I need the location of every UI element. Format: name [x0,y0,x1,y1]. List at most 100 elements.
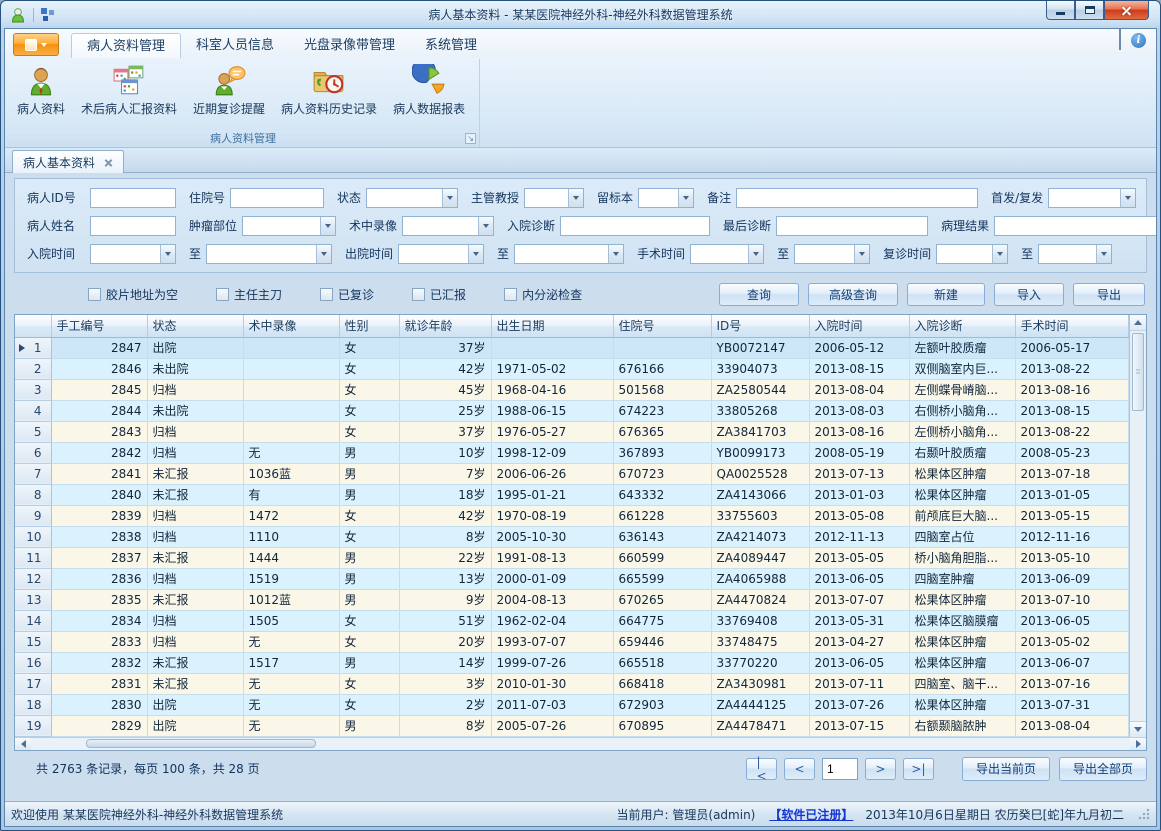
row-number-cell[interactable]: 13 [15,589,51,610]
checkbox-box-endocrine-exam[interactable] [504,288,517,301]
scroll-down-button[interactable] [1130,721,1146,737]
resize-grip[interactable] [1138,808,1150,820]
row-number-cell[interactable]: 15 [15,631,51,652]
next-page-button[interactable]: > [865,758,896,780]
registered-link[interactable]: 【软件已注册】 [769,806,853,823]
horizontal-scrollbar[interactable] [15,737,1146,750]
export-button[interactable]: 导出 [1073,283,1145,306]
checkbox-revisited[interactable]: 已复诊 [320,286,374,303]
new-button[interactable]: 新建 [907,283,985,306]
table-row[interactable]: 12847出院女37岁YB00721472006-05-12左额叶胶质瘤2006… [15,337,1129,358]
checkbox-box-revisited[interactable] [320,288,333,301]
column-header-intraop-video[interactable]: 术中录像 [243,315,339,337]
first-page-button[interactable]: |< [746,758,777,780]
row-number-cell[interactable]: 14 [15,610,51,631]
scroll-left-button[interactable] [15,738,31,750]
ribbon-button-recent-revisit-reminder[interactable]: 近期复诊提醒 [185,61,273,119]
status-combo-dropdown[interactable] [442,189,457,207]
table-row[interactable]: 152833归档无女20岁1993-07-0765944633748475201… [15,631,1129,652]
admission-time-from-combo-dropdown[interactable] [160,245,175,263]
admission-number-input[interactable] [230,188,324,208]
app-menu-button[interactable] [13,33,59,56]
table-row[interactable]: 42844未出院女25岁1988-06-15674223338052682013… [15,400,1129,421]
discharge-time-from-combo-dropdown[interactable] [468,245,483,263]
ribbon-button-patient-data[interactable]: 病人资料 [9,61,73,119]
first-or-recurrence-combo-dropdown[interactable] [1120,189,1135,207]
last-page-button[interactable]: >| [903,758,934,780]
final-diagnosis-input[interactable] [776,216,928,236]
export-all-pages-button[interactable]: 导出全部页 [1059,757,1147,781]
revisit-time-to-combo-dropdown[interactable] [1096,245,1111,263]
info-icon[interactable]: i [1131,33,1146,48]
scroll-right-button[interactable] [1130,738,1146,750]
tumor-site-combo-dropdown[interactable] [320,217,335,235]
export-current-page-button[interactable]: 导出当前页 [962,757,1050,781]
surgery-time-from-combo[interactable] [690,244,764,264]
table-row[interactable]: 192829出院无男8岁2005-07-26670895ZA4478471201… [15,715,1129,736]
row-number-cell[interactable]: 8 [15,484,51,505]
row-number-cell[interactable]: 12 [15,568,51,589]
admission-time-to-combo[interactable] [206,244,332,264]
row-number-cell[interactable]: 3 [15,379,51,400]
table-row[interactable]: 82840未汇报有男18岁1995-01-21643332ZA414306620… [15,484,1129,505]
column-header-surgery-time[interactable]: 手术时间 [1015,315,1129,337]
table-row[interactable]: 132835未汇报1012蓝男9岁2004-08-13670265ZA44708… [15,589,1129,610]
tumor-site-combo[interactable] [242,216,336,236]
ribbon-button-patient-data-report[interactable]: 病人数据报表 [385,61,473,119]
table-row[interactable]: 122836归档1519男13岁2000-01-09665599ZA406598… [15,568,1129,589]
table-row[interactable]: 72841未汇报1036蓝男7岁2006-06-26670723QA002552… [15,463,1129,484]
column-header-id-number[interactable]: ID号 [711,315,809,337]
tab-close-icon[interactable] [104,158,113,167]
column-header-row-indicator[interactable] [15,315,51,337]
prev-page-button[interactable]: < [784,758,815,780]
admission-diagnosis-input[interactable] [560,216,710,236]
ribbon-button-patient-data-history[interactable]: 病人资料历史记录 [273,61,385,119]
row-number-cell[interactable]: 1 [15,337,51,358]
specimen-kept-combo-dropdown[interactable] [678,189,693,207]
table-row[interactable]: 22846未出院女42岁1971-05-02676166339040732013… [15,358,1129,379]
ribbon-tab-disc-video-tape-management[interactable]: 光盘录像带管理 [289,33,410,58]
table-row[interactable]: 52843归档女37岁1976-05-27676365ZA38417032013… [15,421,1129,442]
vertical-scroll-thumb[interactable] [1132,333,1144,411]
checkbox-film-address-empty[interactable]: 胶片地址为空 [88,286,178,303]
advanced-query-button[interactable]: 高级查询 [808,283,898,306]
scroll-up-button[interactable] [1130,315,1146,331]
minimize-button[interactable] [1046,1,1075,20]
row-number-cell[interactable]: 18 [15,694,51,715]
patient-name-input[interactable] [90,216,176,236]
row-number-cell[interactable]: 7 [15,463,51,484]
group-dialog-launcher[interactable]: ↘ [465,133,476,144]
discharge-time-from-combo[interactable] [398,244,484,264]
row-number-cell[interactable]: 16 [15,652,51,673]
table-row[interactable]: 112837未汇报1444男22岁1991-08-13660599ZA40894… [15,547,1129,568]
ribbon-tab-system-management[interactable]: 系统管理 [410,33,492,58]
column-header-birth-date[interactable]: 出生日期 [491,315,613,337]
query-button[interactable]: 查询 [719,283,799,306]
remark-input[interactable] [736,188,978,208]
table-row[interactable]: 172831未汇报无女3岁2010-01-30668418ZA343098120… [15,673,1129,694]
close-button[interactable] [1104,1,1149,20]
row-number-cell[interactable]: 2 [15,358,51,379]
checkbox-box-film-address-empty[interactable] [88,288,101,301]
ribbon-tab-patient-data-management[interactable]: 病人资料管理 [71,33,181,58]
status-combo[interactable] [366,188,458,208]
revisit-time-to-combo[interactable] [1038,244,1112,264]
column-header-gender[interactable]: 性别 [339,315,399,337]
table-row[interactable]: 32845归档女45岁1968-04-16501568ZA25805442013… [15,379,1129,400]
table-row[interactable]: 102838归档1110女8岁2005-10-30636143ZA4214073… [15,526,1129,547]
table-row[interactable]: 142834归档1505女51岁1962-02-0466477533769408… [15,610,1129,631]
specimen-kept-combo[interactable] [638,188,694,208]
chief-professor-combo-dropdown[interactable] [568,189,583,207]
row-number-cell[interactable]: 10 [15,526,51,547]
row-number-cell[interactable]: 9 [15,505,51,526]
column-header-admission-number[interactable]: 住院号 [613,315,711,337]
vertical-scrollbar[interactable] [1129,315,1146,737]
checkbox-box-reported[interactable] [412,288,425,301]
layout-icon[interactable] [40,7,55,22]
column-header-visit-age[interactable]: 就诊年龄 [399,315,491,337]
title-bar[interactable]: 病人基本资料 - 某某医院神经外科-神经外科数据管理系统 [4,1,1157,28]
ribbon-button-postop-patient-report-data[interactable]: 术后病人汇报资料 [73,61,185,119]
table-row[interactable]: 162832未汇报1517男14岁1999-07-266655183377022… [15,652,1129,673]
intraop-video-combo-dropdown[interactable] [478,217,493,235]
column-header-manual-number[interactable]: 手工编号 [51,315,147,337]
